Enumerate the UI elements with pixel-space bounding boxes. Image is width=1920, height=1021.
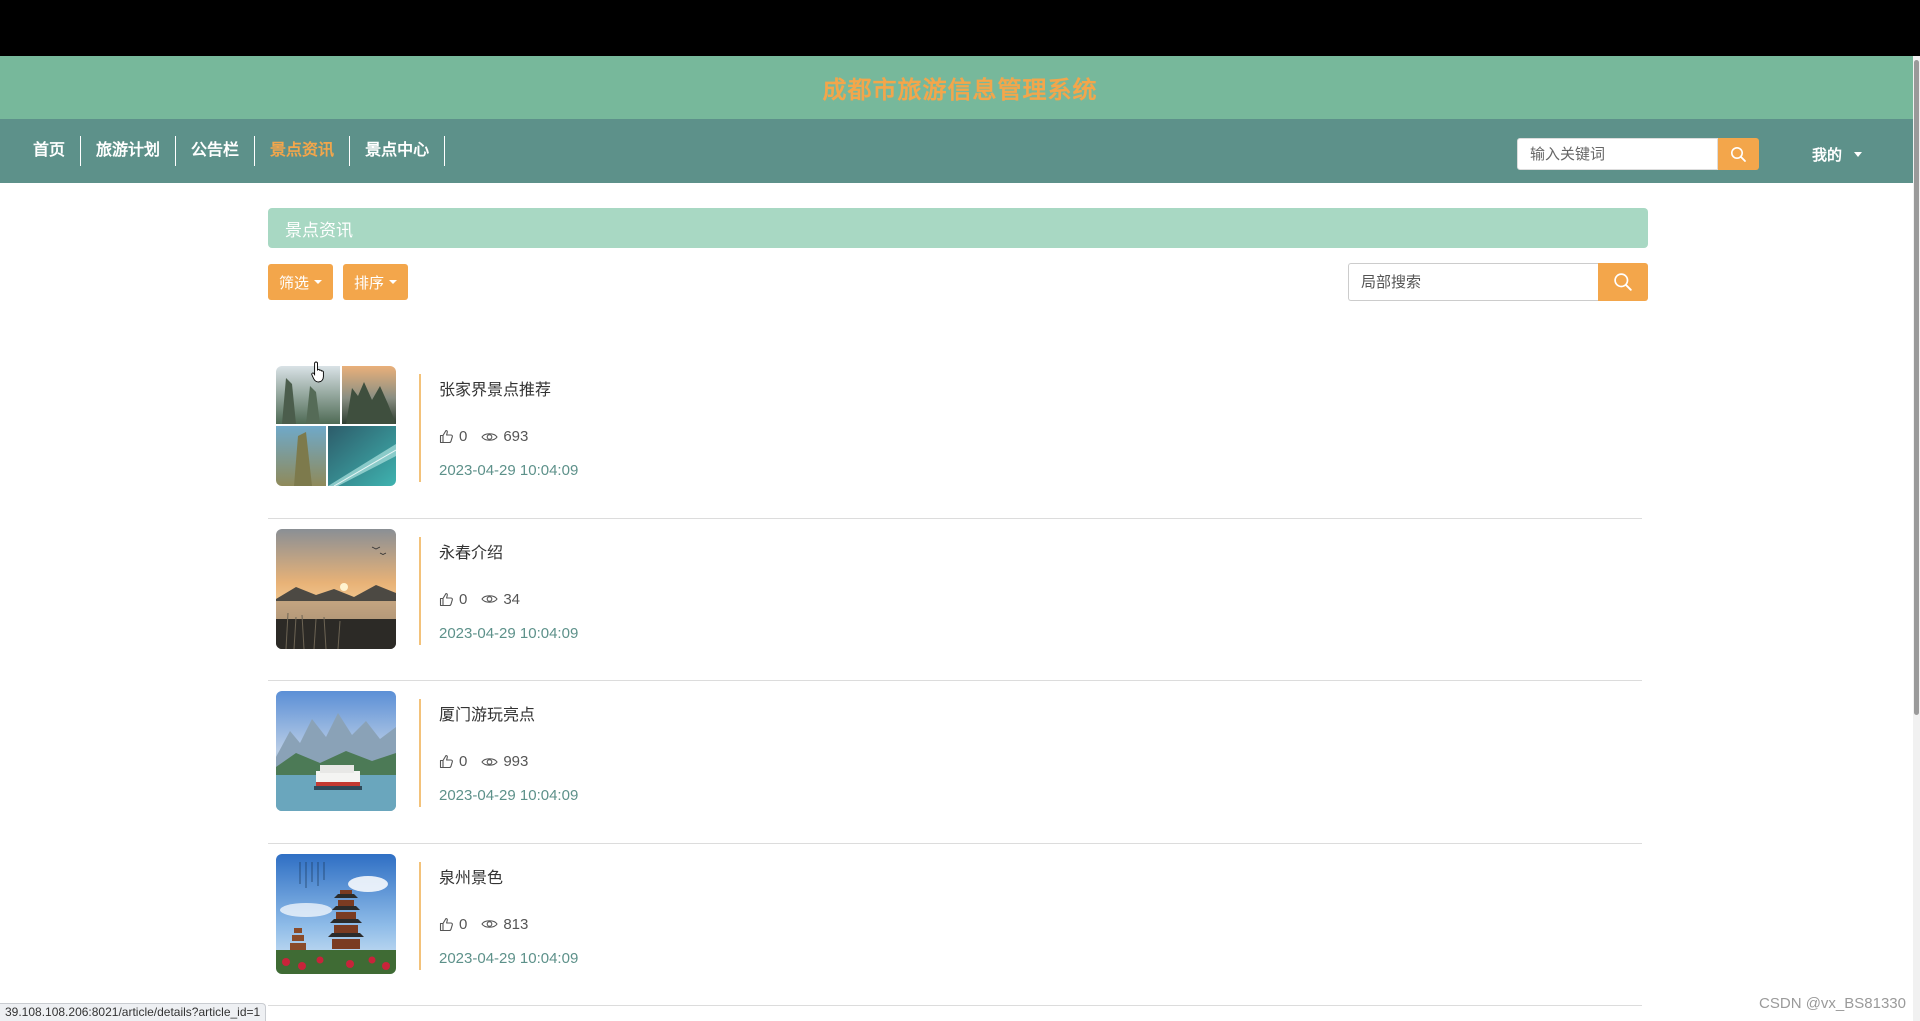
article-list: 张家界景点推荐 0 693 2023-04-29 10:04:09 永春介绍 0… xyxy=(268,356,1642,1006)
article-title[interactable]: 泉州景色 xyxy=(439,864,503,888)
title-band: 成都市旅游信息管理系统 xyxy=(0,56,1920,119)
article-item[interactable]: 泉州景色 0 813 2023-04-29 10:04:09 xyxy=(268,844,1642,1006)
chevron-down-icon xyxy=(1854,151,1863,157)
view-count: 693 xyxy=(503,428,529,445)
article-thumbnail[interactable] xyxy=(276,528,396,649)
like-stat[interactable]: 0 xyxy=(439,591,467,608)
thumbs-up-icon xyxy=(439,429,453,444)
view-stat: 993 xyxy=(481,753,528,770)
nav-search xyxy=(1517,138,1759,170)
search-icon xyxy=(1731,146,1746,162)
status-bar-url: 39.108.108.206:8021/article/details?arti… xyxy=(0,1003,267,1021)
article-date: 2023-04-29 10:04:09 xyxy=(439,787,579,804)
chevron-down-icon xyxy=(389,280,398,284)
article-title[interactable]: 厦门游玩亮点 xyxy=(439,701,535,725)
filter-dropdown-button[interactable]: 筛选 xyxy=(268,264,334,300)
article-thumbnail[interactable] xyxy=(276,366,396,486)
nav-item-bulletin[interactable]: 公告栏 xyxy=(176,136,256,166)
like-count: 0 xyxy=(459,753,468,770)
nav-list: 首页 旅游计划 公告栏 景点资讯 景点中心 xyxy=(18,119,446,183)
view-stat: 34 xyxy=(481,591,520,608)
thumbs-up-icon xyxy=(439,917,453,931)
eye-icon xyxy=(481,920,498,928)
article-thumbnail[interactable] xyxy=(276,691,396,811)
article-date: 2023-04-29 10:04:09 xyxy=(439,624,579,642)
eye-icon xyxy=(481,432,498,441)
article-divider xyxy=(419,699,421,807)
filter-label: 筛选 xyxy=(279,274,310,292)
watermark: CSDN @vx_BS81330 xyxy=(1759,995,1906,1012)
user-menu-dropdown[interactable]: 我的 xyxy=(1812,138,1863,170)
nav-search-button[interactable] xyxy=(1718,138,1759,170)
article-date: 2023-04-29 10:04:09 xyxy=(439,949,579,967)
eye-icon xyxy=(481,595,498,603)
section-header: 景点资讯 xyxy=(268,208,1648,248)
thumbs-up-icon xyxy=(439,592,453,606)
article-item[interactable]: 永春介绍 0 34 2023-04-29 10:04:09 xyxy=(268,519,1642,681)
article-divider xyxy=(419,536,421,645)
sort-dropdown-button[interactable]: 排序 xyxy=(343,264,409,300)
nav-item-home[interactable]: 首页 xyxy=(18,136,82,166)
search-icon xyxy=(1614,273,1632,291)
article-item[interactable]: 厦门游玩亮点 0 993 2023-04-29 10:04:09 xyxy=(268,681,1642,844)
article-stats: 0 693 xyxy=(439,428,542,445)
article-stats: 0 34 xyxy=(439,591,534,608)
local-search-input[interactable] xyxy=(1348,263,1598,301)
like-stat[interactable]: 0 xyxy=(439,753,467,770)
nav-item-attraction-center[interactable]: 景点中心 xyxy=(350,136,446,166)
nav-item-travel-plan[interactable]: 旅游计划 xyxy=(81,136,177,166)
local-search-button[interactable] xyxy=(1598,263,1648,301)
sort-label: 排序 xyxy=(354,274,385,292)
article-item[interactable]: 张家界景点推荐 0 693 2023-04-29 10:04:09 xyxy=(268,356,1642,519)
chevron-down-icon xyxy=(314,280,323,284)
site-title: 成都市旅游信息管理系统 xyxy=(822,77,1098,104)
article-stats: 0 813 xyxy=(439,916,542,933)
like-count: 0 xyxy=(459,915,468,933)
local-search xyxy=(1348,263,1648,301)
article-date: 2023-04-29 10:04:09 xyxy=(439,462,579,479)
view-count: 34 xyxy=(503,590,521,608)
like-stat[interactable]: 0 xyxy=(439,916,467,933)
view-count: 813 xyxy=(503,915,529,933)
article-divider xyxy=(419,861,421,970)
section-title: 景点资讯 xyxy=(285,220,353,240)
mouse-cursor-icon xyxy=(311,361,324,383)
article-thumbnail[interactable] xyxy=(276,853,396,974)
thumbs-up-icon xyxy=(439,754,453,769)
view-stat: 813 xyxy=(481,916,528,933)
nav-search-input[interactable] xyxy=(1517,138,1718,170)
like-count: 0 xyxy=(459,590,468,608)
eye-icon xyxy=(481,757,498,766)
view-stat: 693 xyxy=(481,428,528,445)
view-count: 993 xyxy=(503,753,529,770)
article-stats: 0 993 xyxy=(439,753,542,770)
nav-item-attraction-news[interactable]: 景点资讯 xyxy=(255,136,351,166)
browser-top-bar xyxy=(0,0,1920,56)
like-count: 0 xyxy=(459,428,468,445)
user-menu-label: 我的 xyxy=(1812,146,1843,164)
article-divider xyxy=(419,374,421,482)
like-stat[interactable]: 0 xyxy=(439,428,467,445)
article-title[interactable]: 张家界景点推荐 xyxy=(439,376,551,400)
scrollbar-thumb[interactable] xyxy=(1914,60,1919,715)
article-title[interactable]: 永春介绍 xyxy=(439,539,503,563)
